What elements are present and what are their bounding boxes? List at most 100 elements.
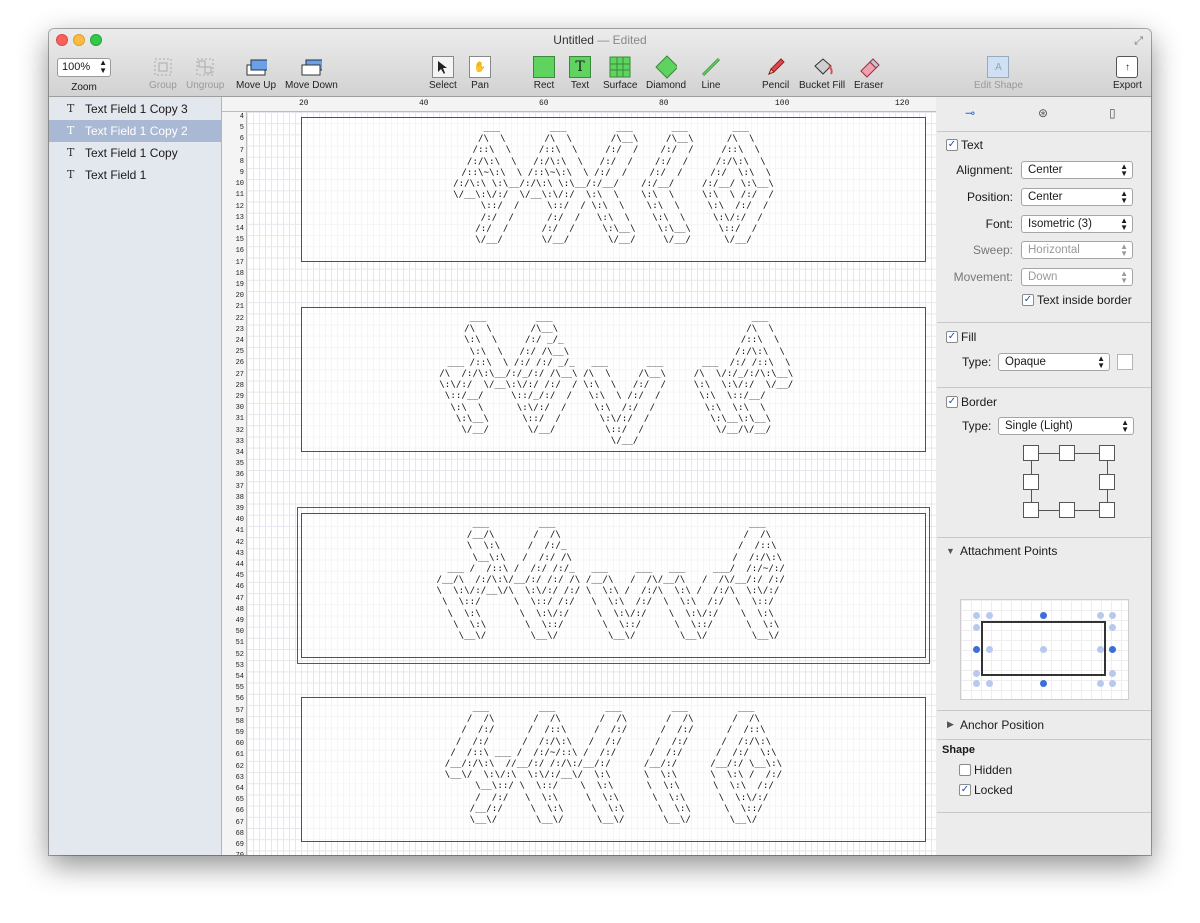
ruler-line-number: 55 — [235, 684, 244, 693]
attachment-point-active[interactable] — [973, 646, 980, 653]
attachment-point[interactable] — [986, 646, 993, 653]
connection-inspector-icon[interactable]: ⊸ — [965, 106, 975, 120]
move-down-button[interactable]: Move Down — [285, 56, 338, 91]
text-field-1-copy[interactable]: ___ ___ ___ /__/\ / /\ / /\ \ \:\ / /:/_… — [301, 513, 926, 658]
attachment-points-editor[interactable] — [960, 599, 1129, 700]
border-edge-button[interactable] — [1099, 474, 1115, 490]
canvas-grid[interactable]: ___ ___ ___ ___ ___ /\ \ /\ \ /\__\ /\__… — [247, 112, 936, 855]
bucket-fill-tool-button[interactable]: Bucket Fill — [799, 56, 845, 91]
border-checkbox[interactable]: ✓ — [946, 396, 958, 408]
attachment-point[interactable] — [973, 612, 980, 619]
fullscreen-icon[interactable]: ⤢ — [1134, 35, 1143, 48]
app-window: Untitled — Edited ⤢ 100% ▲ ▼ Zoom Group Un… — [49, 29, 1151, 855]
document-inspector-icon[interactable]: ▯ — [1109, 106, 1116, 120]
ruler-line-number: 36 — [235, 471, 244, 480]
pencil-tool-button[interactable]: Pencil — [762, 56, 789, 91]
popup-arrows-icon: ▲ ▼ — [1120, 216, 1128, 232]
text-field-1[interactable]: ___ ___ ___ ___ ___ / /\ / /\ / /\ / /\ … — [301, 697, 926, 842]
layer-item[interactable]: T Text Field 1 Copy — [49, 142, 221, 164]
line-tool-button[interactable]: Line — [700, 56, 722, 91]
ruler-line-number: 17 — [235, 258, 244, 267]
text-field-1-copy-2[interactable]: ___ ___ ___ /\ \ /\__\ /\ \ \:\ \ /:/ _/… — [301, 307, 926, 452]
alignment-label: Alignment: — [956, 163, 1013, 177]
text-layer-icon: T — [67, 102, 75, 115]
ruler-line-number: 44 — [235, 561, 244, 569]
disclosure-closed-icon[interactable]: ▶ — [947, 719, 954, 730]
text-tool-button[interactable]: T Text — [569, 56, 591, 91]
fill-type-label: Type: — [962, 355, 992, 369]
move-up-button[interactable]: Move Up — [236, 56, 276, 91]
attachment-point[interactable] — [1097, 680, 1104, 687]
attachment-point[interactable] — [1109, 624, 1116, 631]
edit-shape-button[interactable]: A Edit Shape — [974, 56, 1023, 91]
export-button[interactable]: ↑ Export — [1113, 56, 1142, 91]
group-icon — [152, 56, 174, 78]
alignment-select[interactable]: Center ▲ ▼ — [1021, 161, 1133, 179]
attachment-point[interactable] — [1109, 670, 1116, 677]
ruler-line-number: 38 — [235, 493, 244, 502]
export-icon: ↑ — [1116, 56, 1139, 78]
font-select[interactable]: Isometric (3) ▲ ▼ — [1021, 215, 1133, 233]
text-inside-border-checkbox[interactable]: ✓ — [1022, 294, 1034, 306]
sweep-select[interactable]: Horizontal ▲ ▼ — [1021, 241, 1133, 259]
border-corner-button[interactable] — [1023, 502, 1039, 518]
eraser-tool-button[interactable]: Eraser — [854, 56, 883, 91]
attachment-point[interactable] — [1097, 646, 1104, 653]
layers-sidebar: T Text Field 1 Copy 3 T Text Field 1 Copy … — [49, 97, 222, 855]
ruler-line-number: 39 — [235, 505, 244, 513]
select-tool-button[interactable]: Select — [429, 56, 457, 91]
disclosure-open-icon[interactable]: ▼ — [946, 546, 955, 556]
text-checkbox[interactable]: ✓ — [946, 139, 958, 151]
border-type-select[interactable]: Single (Light) ▲ ▼ — [998, 417, 1134, 435]
bucket-fill-label: Bucket Fill — [799, 80, 846, 91]
zoom-select[interactable]: 100% ▲ ▼ — [57, 58, 111, 77]
layer-item[interactable]: T Text Field 1 — [49, 164, 221, 186]
attachment-point[interactable] — [973, 624, 980, 631]
attachment-point[interactable] — [1097, 612, 1104, 619]
attachment-point[interactable] — [1109, 680, 1116, 687]
fill-checkbox[interactable]: ✓ — [946, 331, 958, 343]
attachment-point[interactable] — [1040, 646, 1047, 653]
surface-tool-button[interactable]: Surface — [603, 56, 637, 91]
attachment-point[interactable] — [986, 680, 993, 687]
movement-select[interactable]: Down ▲ ▼ — [1021, 268, 1133, 286]
ruler-tick-label: 80 — [659, 99, 669, 108]
ruler-line-number: 58 — [235, 717, 244, 726]
hidden-checkbox[interactable] — [959, 764, 971, 776]
edited-status: — Edited — [597, 33, 647, 47]
rect-tool-button[interactable]: Rect — [533, 56, 555, 91]
attachment-point[interactable] — [973, 670, 980, 677]
ruler-line-number: 53 — [235, 661, 244, 670]
line-icon — [700, 56, 722, 78]
border-edge-button[interactable] — [1059, 502, 1075, 518]
group-button[interactable]: Group — [149, 56, 177, 91]
border-section-label: Border — [961, 395, 998, 409]
position-select[interactable]: Center ▲ ▼ — [1021, 188, 1133, 206]
attachment-point-active[interactable] — [1040, 680, 1047, 687]
ungroup-button[interactable]: Ungroup — [186, 56, 224, 91]
attachment-point-active[interactable] — [1040, 612, 1047, 619]
layer-item-selected[interactable]: T Text Field 1 Copy 2 — [49, 120, 221, 142]
canvas-area[interactable]: 20 40 60 80 100 120 4 5 6 7 8 9 10 11 12 13 14 15 16… — [222, 97, 936, 855]
border-corner-button[interactable] — [1099, 445, 1115, 461]
fill-color-swatch[interactable] — [1117, 354, 1133, 370]
diamond-tool-button[interactable]: Diamond — [646, 55, 686, 91]
attachment-point[interactable] — [1109, 612, 1116, 619]
document-name: Untitled — [553, 33, 594, 47]
ruler-line-number: 40 — [235, 516, 244, 525]
attachment-point[interactable] — [986, 612, 993, 619]
ruler-line-number: 63 — [235, 773, 244, 782]
border-corner-button[interactable] — [1023, 445, 1039, 461]
locked-checkbox[interactable]: ✓ — [959, 784, 971, 796]
border-edge-button[interactable] — [1023, 474, 1039, 490]
attachment-point[interactable] — [973, 680, 980, 687]
border-edge-button[interactable] — [1059, 445, 1075, 461]
layer-item[interactable]: T Text Field 1 Copy 3 — [49, 98, 221, 120]
fill-section: ✓ Fill Type: Opaque ▲ ▼ — [937, 323, 1151, 388]
border-corner-button[interactable] — [1099, 502, 1115, 518]
text-field-1-copy-3[interactable]: ___ ___ ___ ___ ___ /\ \ /\ \ /\__\ /\__… — [301, 117, 926, 262]
style-inspector-icon[interactable]: ⊛ — [1038, 106, 1048, 120]
pan-tool-button[interactable]: ✋ Pan — [469, 56, 491, 91]
fill-type-select[interactable]: Opaque ▲ ▼ — [998, 353, 1110, 371]
attachment-point-active[interactable] — [1109, 646, 1116, 653]
